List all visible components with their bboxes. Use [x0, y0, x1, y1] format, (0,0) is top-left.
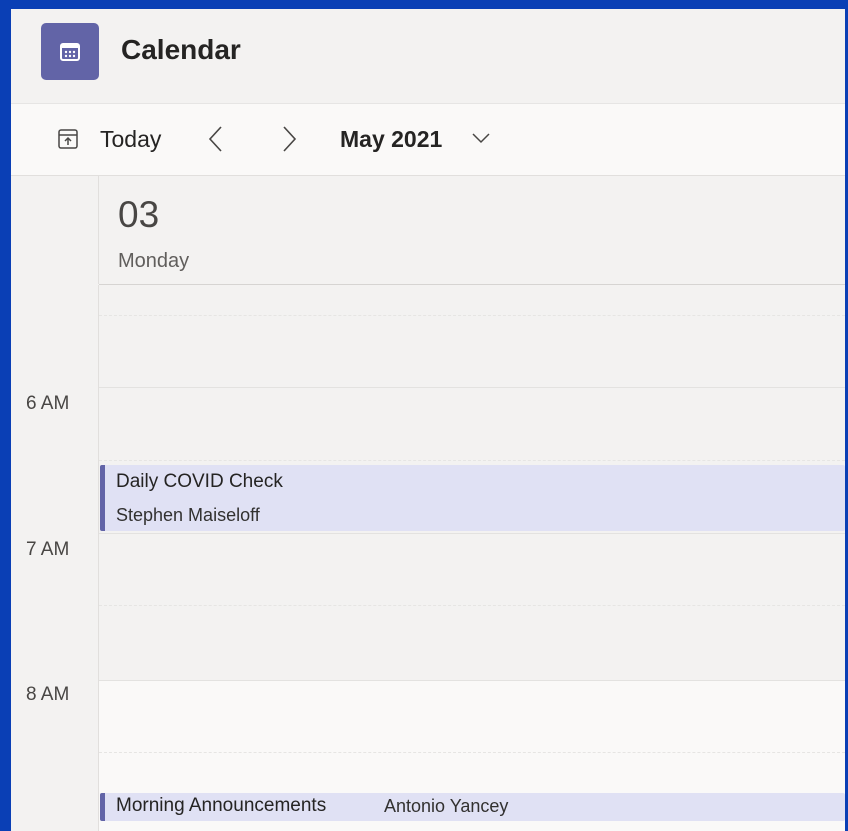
day-number: 03 — [118, 194, 160, 235]
calendar-app-icon[interactable] — [41, 23, 99, 80]
day-header-gutter — [11, 176, 99, 284]
calendar-event[interactable]: Daily COVID Check Stephen Maiseloff — [100, 465, 845, 531]
time-label: 6 AM — [26, 393, 70, 414]
app-header: Calendar — [11, 9, 845, 104]
today-icon[interactable] — [57, 128, 79, 150]
event-organizer: Antonio Yancey — [384, 796, 509, 816]
time-gutter: 6 AM 7 AM 8 AM — [11, 285, 99, 831]
chevron-down-icon[interactable] — [471, 132, 491, 144]
calendar-icon — [60, 42, 80, 61]
hour-line — [99, 387, 845, 388]
half-hour-line — [99, 605, 845, 606]
previous-chevron-icon[interactable] — [206, 124, 226, 154]
calendar-event[interactable]: Morning Announcements Antonio Yancey — [100, 793, 845, 821]
month-picker-label[interactable]: May 2021 — [340, 126, 442, 153]
calendar-window: Calendar Today May 2021 03 Monday 6 AM 7… — [11, 9, 845, 831]
event-title: Morning Announcements — [116, 795, 327, 816]
today-button[interactable]: Today — [100, 126, 161, 153]
event-organizer: Stephen Maiseloff — [116, 505, 260, 525]
next-chevron-icon[interactable] — [279, 124, 299, 154]
hour-line — [99, 533, 845, 534]
half-hour-line — [99, 315, 845, 316]
calendar-toolbar: Today May 2021 — [11, 104, 845, 176]
day-name: Monday — [118, 250, 190, 272]
day-column-header[interactable]: 03 Monday — [99, 176, 845, 285]
time-label: 7 AM — [26, 539, 70, 560]
hour-line — [99, 680, 845, 681]
half-hour-line — [99, 752, 845, 753]
event-title: Daily COVID Check — [116, 471, 283, 492]
half-hour-line — [99, 460, 845, 461]
day-grid[interactable]: Daily COVID Check Stephen Maiseloff Morn… — [99, 285, 845, 831]
time-label: 8 AM — [26, 684, 70, 705]
app-title: Calendar — [121, 34, 241, 65]
